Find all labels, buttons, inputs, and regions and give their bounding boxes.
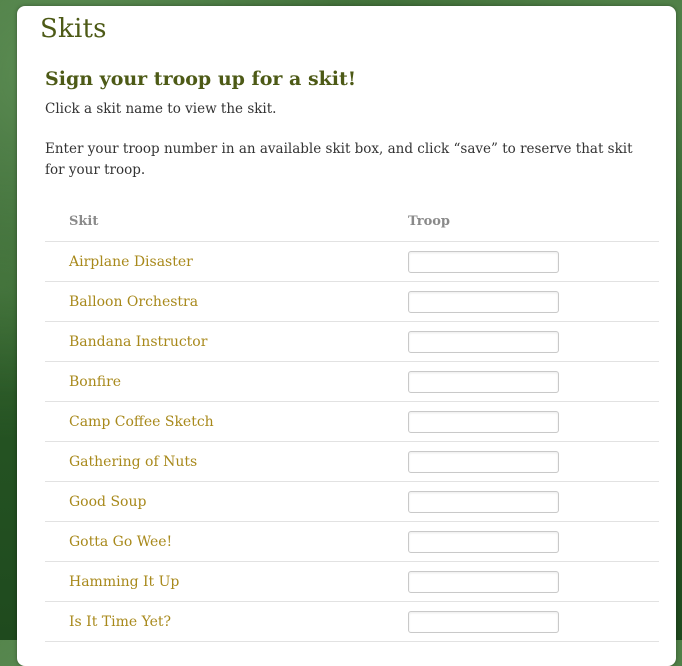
skit-cell: Gathering of Nuts xyxy=(45,441,408,482)
table-row: Bandana Instructor xyxy=(45,321,659,362)
troop-cell xyxy=(408,281,659,322)
troop-cell xyxy=(408,481,659,522)
skit-cell: Balloon Orchestra xyxy=(45,281,408,322)
table-row: Bonfire xyxy=(45,361,659,402)
skit-cell: Is It Time Yet? xyxy=(45,601,408,642)
skit-link-bonfire[interactable]: Bonfire xyxy=(69,374,121,390)
skit-link-camp-coffee-sketch[interactable]: Camp Coffee Sketch xyxy=(69,414,214,430)
troop-input-balloon-orchestra[interactable] xyxy=(408,290,559,313)
troop-cell xyxy=(408,521,659,562)
skit-link-balloon-orchestra[interactable]: Balloon Orchestra xyxy=(69,294,198,310)
page-title: Skits xyxy=(40,14,107,44)
skit-link-airplane-disaster[interactable]: Airplane Disaster xyxy=(69,254,193,270)
table-row: Good Soup xyxy=(45,481,659,522)
troop-cell xyxy=(408,321,659,362)
table-row: Balloon Orchestra xyxy=(45,281,659,322)
skit-cell: Airplane Disaster xyxy=(45,241,408,282)
instruction-view-skit: Click a skit name to view the skit. xyxy=(45,101,277,117)
skit-link-gotta-go-wee[interactable]: Gotta Go Wee! xyxy=(69,534,172,550)
troop-input-bandana-instructor[interactable] xyxy=(408,330,559,353)
column-header-skit: Skit xyxy=(45,202,408,242)
skit-link-bandana-instructor[interactable]: Bandana Instructor xyxy=(69,334,207,350)
skit-link-gathering-of-nuts[interactable]: Gathering of Nuts xyxy=(69,454,197,470)
table-row: Is It Time Yet? xyxy=(45,601,659,642)
skit-signup-table: Skit Troop Airplane Disaster Balloon Orc… xyxy=(45,202,659,642)
troop-cell xyxy=(408,361,659,402)
table-row: Camp Coffee Sketch xyxy=(45,401,659,442)
troop-input-good-soup[interactable] xyxy=(408,490,559,513)
table-row: Airplane Disaster xyxy=(45,241,659,282)
section-heading: Sign your troop up for a skit! xyxy=(45,68,357,90)
skit-cell: Gotta Go Wee! xyxy=(45,521,408,562)
troop-cell xyxy=(408,601,659,642)
troop-input-hamming-it-up[interactable] xyxy=(408,570,559,593)
table-header-row: Skit Troop xyxy=(45,202,659,242)
troop-input-airplane-disaster[interactable] xyxy=(408,250,559,273)
skit-link-hamming-it-up[interactable]: Hamming It Up xyxy=(69,574,179,590)
skit-cell: Bandana Instructor xyxy=(45,321,408,362)
troop-cell xyxy=(408,401,659,442)
skit-link-good-soup[interactable]: Good Soup xyxy=(69,494,146,510)
instruction-reserve-skit: Enter your troop number in an available … xyxy=(45,141,633,178)
troop-input-gathering-of-nuts[interactable] xyxy=(408,450,559,473)
skit-cell: Good Soup xyxy=(45,481,408,522)
skit-cell: Bonfire xyxy=(45,361,408,402)
skit-cell: Hamming It Up xyxy=(45,561,408,602)
table-row: Hamming It Up xyxy=(45,561,659,602)
troop-input-gotta-go-wee[interactable] xyxy=(408,530,559,553)
troop-cell xyxy=(408,441,659,482)
column-header-troop: Troop xyxy=(408,202,659,242)
troop-cell xyxy=(408,561,659,602)
troop-input-is-it-time-yet[interactable] xyxy=(408,610,559,633)
table-row: Gathering of Nuts xyxy=(45,441,659,482)
troop-cell xyxy=(408,241,659,282)
skit-cell: Camp Coffee Sketch xyxy=(45,401,408,442)
troop-input-camp-coffee-sketch[interactable] xyxy=(408,410,559,433)
skit-link-is-it-time-yet[interactable]: Is It Time Yet? xyxy=(69,614,171,630)
troop-input-bonfire[interactable] xyxy=(408,370,559,393)
table-row: Gotta Go Wee! xyxy=(45,521,659,562)
content-panel: Skits Sign your troop up for a skit! Cli… xyxy=(17,6,676,666)
